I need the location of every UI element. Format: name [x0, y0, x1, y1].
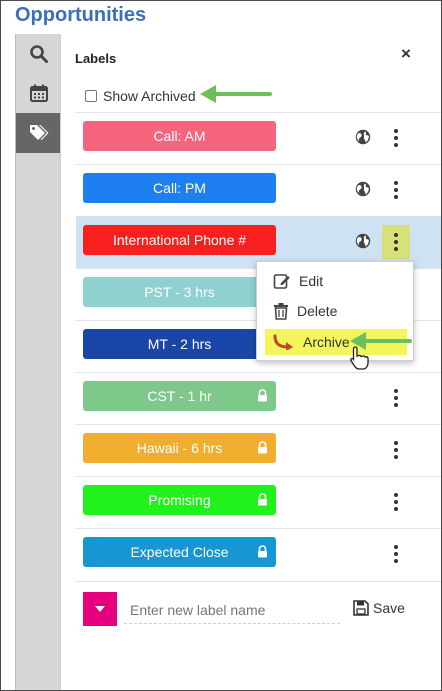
- menu-item-edit-label: Edit: [299, 273, 324, 289]
- annotation-arrow-show-archived: [200, 85, 272, 103]
- label-chip[interactable]: Promising: [83, 485, 276, 515]
- kebab-icon: [394, 441, 398, 459]
- new-label-color-picker[interactable]: [83, 592, 117, 626]
- globe-icon: [355, 129, 371, 145]
- label-chip-text: Expected Close: [130, 544, 229, 560]
- label-more-options-button[interactable]: [382, 485, 410, 519]
- label-chip-text: Hawaii - 6 hrs: [136, 440, 223, 456]
- kebab-icon: [394, 233, 398, 251]
- label-row: CST - 1 hr: [76, 372, 441, 424]
- show-archived-checkbox[interactable]: [85, 90, 97, 102]
- shared-globe-indicator: [355, 181, 371, 202]
- rail-calendar-button[interactable]: [16, 73, 61, 113]
- lock-icon: [258, 389, 267, 402]
- label-more-options-button[interactable]: [382, 537, 410, 571]
- show-archived-toggle[interactable]: Show Archived: [85, 88, 196, 104]
- show-archived-label: Show Archived: [103, 88, 196, 104]
- lock-icon-wrap: [257, 545, 268, 561]
- save-label: Save: [373, 600, 405, 616]
- shared-globe-indicator: [355, 129, 371, 150]
- menu-item-delete-label: Delete: [297, 303, 338, 319]
- search-icon: [29, 45, 48, 63]
- lock-icon-wrap: [257, 493, 268, 509]
- label-chip-text: PST - 3 hrs: [144, 284, 215, 300]
- label-chip[interactable]: International Phone #: [83, 225, 276, 255]
- lock-icon-wrap: [257, 389, 268, 405]
- labels-panel: Labels × Show Archived Call: AM Call: PM I…: [60, 34, 441, 690]
- label-chip[interactable]: Call: PM: [83, 173, 276, 203]
- label-row: Call: PM: [76, 164, 441, 216]
- menu-item-delete[interactable]: Delete: [265, 298, 407, 324]
- label-row: Promising: [76, 476, 441, 528]
- kebab-icon: [394, 181, 398, 199]
- rail-search-button[interactable]: [16, 34, 61, 74]
- new-label-row: Save: [76, 581, 441, 637]
- label-chip-text: Call: AM: [153, 128, 206, 144]
- rail-labels-button[interactable]: [16, 113, 61, 153]
- label-row: Expected Close: [76, 528, 441, 580]
- label-chip[interactable]: Expected Close: [83, 537, 276, 567]
- label-chip-text: CST - 1 hr: [147, 388, 212, 404]
- tags-icon: [29, 125, 48, 140]
- label-more-options-button[interactable]: [382, 173, 410, 207]
- label-chip[interactable]: MT - 2 hrs: [83, 329, 276, 359]
- label-row: Hawaii - 6 hrs: [76, 424, 441, 476]
- label-more-options-button[interactable]: [382, 433, 410, 467]
- icon-rail: [15, 34, 61, 690]
- label-chip[interactable]: Call: AM: [83, 121, 276, 151]
- label-chip[interactable]: CST - 1 hr: [83, 381, 276, 411]
- label-chip-text: Promising: [148, 492, 211, 508]
- pointer-cursor-icon: [350, 346, 369, 370]
- label-chip[interactable]: Hawaii - 6 hrs: [83, 433, 276, 463]
- save-button[interactable]: Save: [353, 600, 405, 616]
- menu-item-edit[interactable]: Edit: [265, 268, 407, 294]
- trash-icon: [274, 303, 288, 320]
- new-label-name-input[interactable]: [124, 596, 340, 624]
- archive-arrow-icon: [273, 334, 293, 350]
- globe-icon: [355, 181, 371, 197]
- shared-globe-indicator: [355, 233, 371, 254]
- kebab-icon: [394, 545, 398, 563]
- label-chip-text: Call: PM: [153, 180, 206, 196]
- save-icon: [353, 600, 369, 616]
- caret-down-icon: [95, 606, 105, 612]
- lock-icon: [258, 493, 267, 506]
- kebab-icon: [394, 493, 398, 511]
- label-row: Call: AM: [76, 112, 441, 164]
- kebab-icon: [394, 389, 398, 407]
- label-more-options-button[interactable]: [382, 381, 410, 415]
- menu-item-archive-label: Archive: [303, 334, 350, 350]
- label-chip-text: MT - 2 hrs: [147, 336, 212, 352]
- calendar-icon: [29, 84, 48, 102]
- close-button[interactable]: ×: [401, 44, 411, 64]
- edit-icon: [273, 274, 290, 289]
- label-more-options-button[interactable]: [382, 121, 410, 155]
- panel-title: Labels: [75, 51, 117, 66]
- globe-icon: [355, 233, 371, 249]
- lock-icon: [258, 441, 267, 454]
- label-chip-text: International Phone #: [112, 232, 247, 248]
- close-icon: ×: [401, 44, 411, 63]
- kebab-icon: [394, 129, 398, 147]
- lock-icon: [258, 545, 267, 558]
- lock-icon-wrap: [257, 441, 268, 457]
- app-title: Opportunities: [15, 4, 147, 26]
- label-chip[interactable]: PST - 3 hrs: [83, 277, 276, 307]
- label-more-options-button[interactable]: [382, 225, 410, 259]
